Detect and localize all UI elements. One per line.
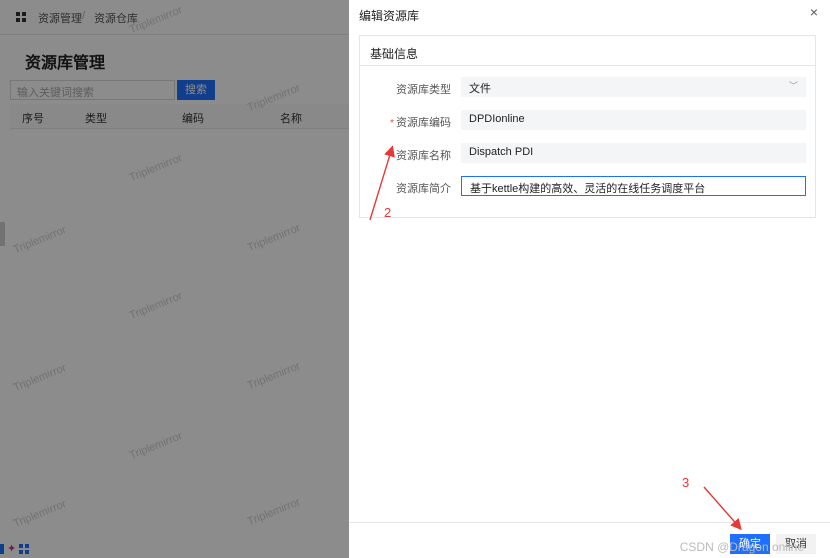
field-label-type: 资源库类型 (396, 84, 451, 96)
form-row-name: * 资源库名称 Dispatch PDI (360, 143, 817, 163)
field-label-description: 资源库简介 (396, 183, 451, 195)
form-row-code: * 资源库编码 DPDIonline (360, 110, 817, 130)
field-label-name: * 资源库名称 (390, 150, 451, 162)
repository-type-select[interactable]: 文件 ﹀ (461, 77, 806, 97)
form-row-type: 资源库类型 文件 ﹀ (360, 77, 817, 97)
edit-repository-drawer: 编辑资源库 × 基础信息 资源库类型 文件 ﹀ * 资源库编码 DPDIonlin… (349, 0, 830, 558)
select-value: 文件 (469, 83, 491, 95)
drawer-title: 编辑资源库 (359, 9, 420, 23)
basic-info-card: 基础信息 资源库类型 文件 ﹀ * 资源库编码 DPDIonline * 资源库名称… (359, 35, 816, 218)
close-icon[interactable]: × (810, 4, 818, 20)
chevron-down-icon: ﹀ (788, 81, 798, 91)
modal-mask[interactable] (0, 0, 349, 558)
annotation-label-step2: 2 (384, 205, 392, 220)
repository-description-input[interactable]: 基于kettle构建的高效、灵活的在线任务调度平台 (461, 176, 806, 196)
required-mark: * (390, 118, 394, 129)
annotation-label-step3: 3 (682, 475, 690, 490)
csdn-watermark: CSDN @Dragon online (679, 540, 804, 554)
form-row-description: 资源库简介 基于kettle构建的高效、灵活的在线任务调度平台 (360, 176, 817, 196)
required-mark: * (390, 151, 394, 162)
field-label-code: * 资源库编码 (390, 117, 451, 129)
repository-code-input[interactable]: DPDIonline (461, 110, 806, 130)
section-title: 基础信息 (360, 36, 815, 66)
repository-name-input[interactable]: Dispatch PDI (461, 143, 806, 163)
